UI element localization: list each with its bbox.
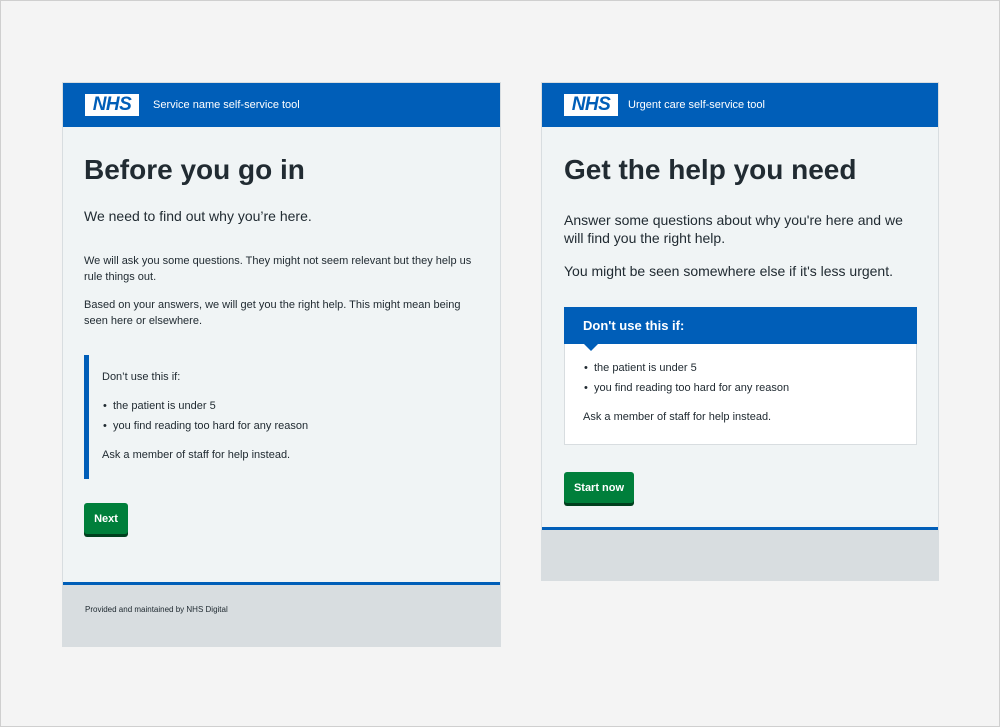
- footer: [542, 527, 938, 580]
- footer: Provided and maintained by NHS Digital: [63, 582, 500, 646]
- nhs-logo-text: NHS: [571, 94, 611, 115]
- care-card: Don't use this if: the patient is under …: [564, 307, 917, 445]
- start-now-button[interactable]: Start now: [564, 472, 634, 503]
- care-card-heading: Don't use this if:: [564, 307, 917, 344]
- paragraph-answers: Based on your answers, we will get you t…: [84, 299, 461, 327]
- paragraph-answer-questions: Answer some questions about why you're h…: [564, 212, 903, 246]
- page-title: Get the help you need: [564, 154, 857, 185]
- footer-text: Provided and maintained by NHS Digital: [85, 605, 228, 614]
- list-item: the patient is under 5: [103, 400, 216, 412]
- inset-outro: Ask a member of staff for help instead.: [102, 449, 291, 461]
- nhs-logo[interactable]: NHS: [564, 94, 618, 116]
- service-name[interactable]: Urgent care self-service tool: [628, 99, 765, 111]
- page-title: Before you go in: [84, 154, 305, 185]
- care-card-arrow: [583, 343, 599, 351]
- get-help-page: NHS Urgent care self-service tool Get th…: [541, 82, 939, 581]
- nhs-logo[interactable]: NHS: [85, 94, 139, 116]
- list-item: the patient is under 5: [584, 362, 697, 374]
- list-item: you find reading too hard for any reason: [103, 420, 308, 432]
- nhs-logo-text: NHS: [92, 94, 132, 115]
- next-button[interactable]: Next: [84, 503, 128, 534]
- care-card-outro: Ask a member of staff for help instead.: [583, 411, 772, 423]
- before-you-go-in-page: NHS Service name self-service tool Befor…: [62, 82, 501, 647]
- service-name[interactable]: Service name self-service tool: [153, 99, 300, 111]
- list-item: you find reading too hard for any reason: [584, 382, 789, 394]
- paragraph-questions: We will ask you some questions. They mig…: [84, 255, 472, 283]
- inset-intro: Don’t use this if:: [102, 371, 181, 383]
- inset-text: Don’t use this if: the patient is under …: [84, 355, 454, 479]
- header: NHS Service name self-service tool: [63, 83, 500, 127]
- header: NHS Urgent care self-service tool: [542, 83, 938, 127]
- lead-text: We need to find out why you’re here.: [84, 208, 312, 224]
- paragraph-seen-elsewhere: You might be seen somewhere else if it's…: [564, 263, 893, 279]
